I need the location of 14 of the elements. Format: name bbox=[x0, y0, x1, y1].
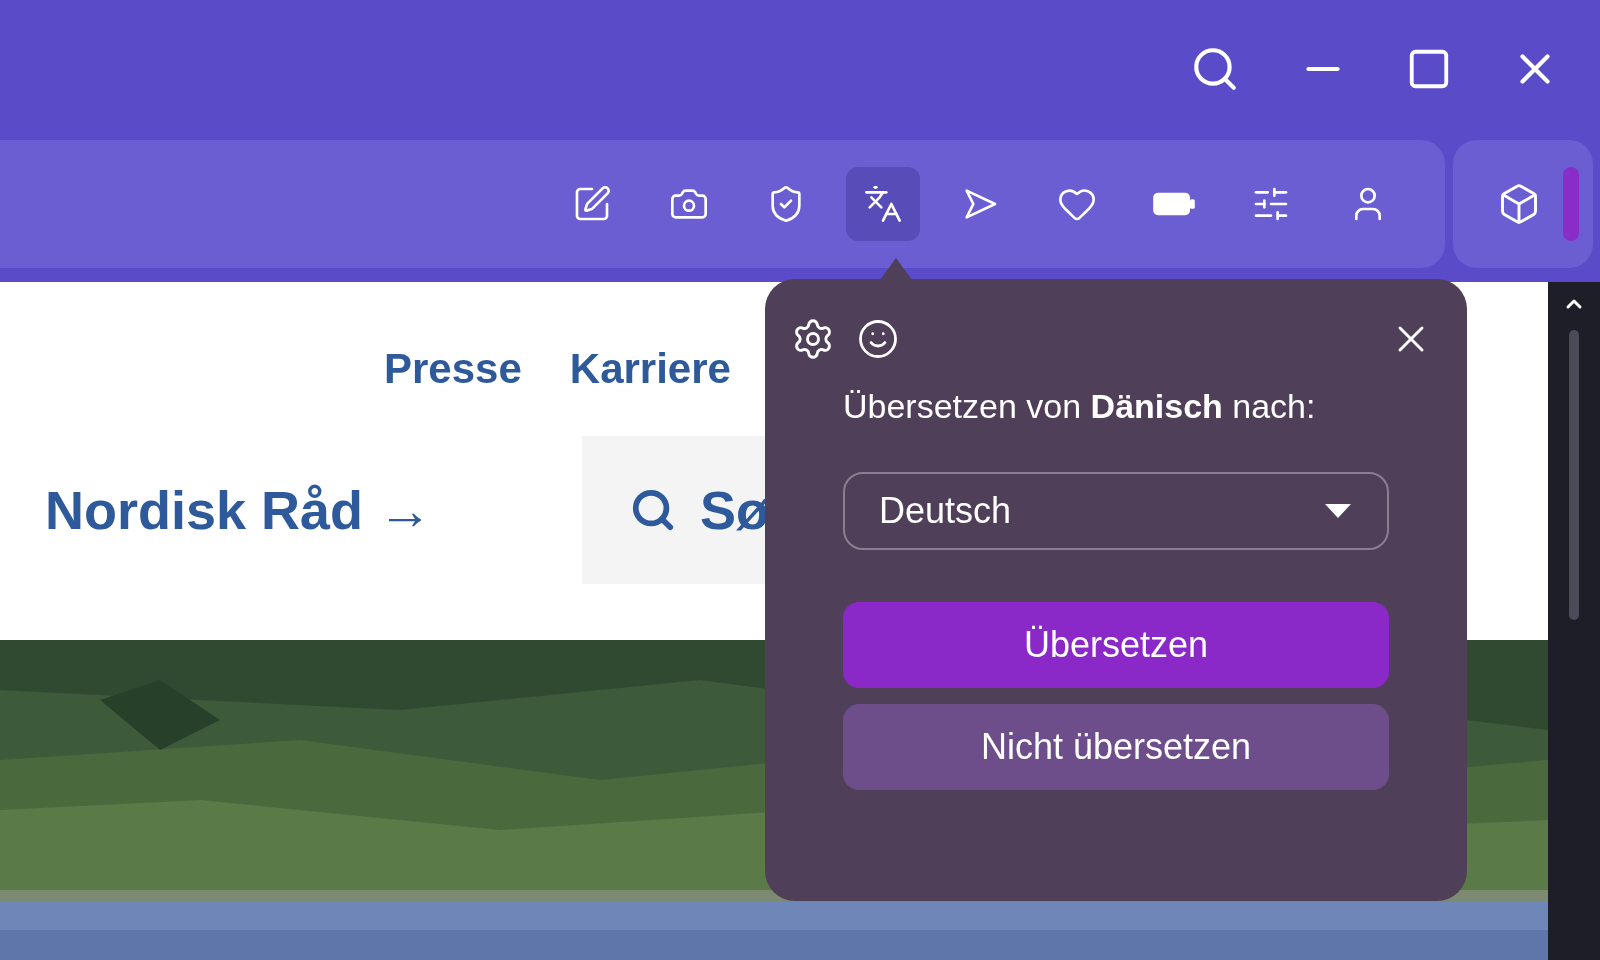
translate-prompt: Übersetzen von Dänisch nach: bbox=[843, 386, 1317, 427]
nav-link[interactable]: Karriere bbox=[569, 348, 731, 390]
title-link[interactable]: Nordisk Råd → bbox=[45, 469, 582, 551]
caret-icon bbox=[1325, 504, 1351, 518]
language-select[interactable]: Deutsch bbox=[843, 472, 1389, 550]
scroll-thumb[interactable] bbox=[1569, 330, 1579, 620]
skip-button[interactable]: Nicht übersetzen bbox=[843, 704, 1389, 790]
smile-icon[interactable] bbox=[857, 318, 899, 360]
nav-link[interactable]: Presse bbox=[384, 348, 522, 390]
search-value: Sø bbox=[700, 478, 769, 542]
translate-icon bbox=[863, 184, 903, 224]
toolbar-button[interactable] bbox=[846, 167, 920, 241]
translate-button[interactable]: Übersetzen bbox=[843, 602, 1389, 688]
search-icon bbox=[630, 487, 676, 533]
